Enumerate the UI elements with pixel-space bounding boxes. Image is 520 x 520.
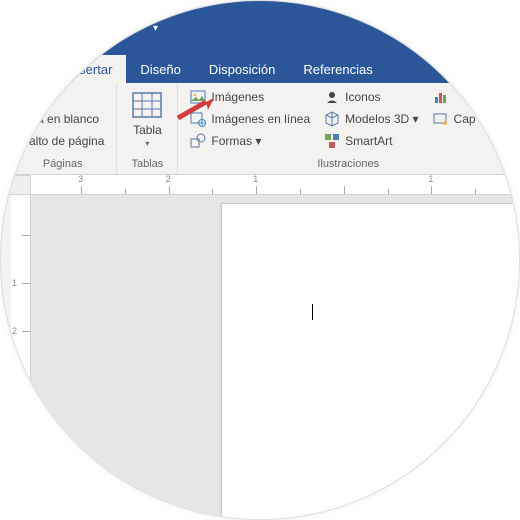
table-icon bbox=[131, 89, 163, 121]
page-break-button[interactable]: Salto de página bbox=[17, 131, 108, 151]
smartart-button[interactable]: SmartArt bbox=[320, 131, 422, 151]
chart-button[interactable] bbox=[429, 87, 480, 107]
online-images-label: Imágenes en línea bbox=[211, 112, 310, 126]
models3d-button[interactable]: Modelos 3D ▾ bbox=[320, 109, 422, 129]
qat-dropdown-icon[interactable]: ▾ bbox=[153, 23, 158, 34]
font-indicator-icon: A^ bbox=[121, 18, 139, 39]
models3d-label: Modelos 3D ▾ bbox=[345, 112, 418, 126]
group-label-tablas: Tablas bbox=[125, 156, 169, 174]
smartart-label: SmartArt bbox=[345, 134, 392, 148]
font-a: A bbox=[121, 19, 130, 35]
text-cursor bbox=[312, 304, 313, 320]
online-picture-icon bbox=[190, 111, 206, 127]
smartart-icon bbox=[324, 133, 340, 149]
group-label-ilustraciones: Ilustraciones bbox=[186, 156, 510, 174]
images-button[interactable]: Imágenes bbox=[186, 87, 314, 107]
images-label: Imágenes bbox=[211, 90, 264, 104]
picture-icon bbox=[190, 89, 206, 105]
screenshot-icon bbox=[433, 111, 449, 127]
tab-diseno[interactable]: Diseño bbox=[126, 55, 194, 83]
icons-button[interactable]: Iconos bbox=[320, 87, 422, 107]
ribbon-tabbar: cio Insertar Diseño Disposición Referenc… bbox=[1, 55, 519, 83]
screenshot-label: Cap bbox=[454, 112, 476, 126]
group-tablas: Tabla ▾ Tablas bbox=[117, 83, 178, 174]
group-paginas: da ▾ gina en blanco Salto de página Pági… bbox=[9, 83, 117, 174]
shapes-icon bbox=[190, 133, 206, 149]
ruler-corner bbox=[1, 175, 31, 195]
chart-icon bbox=[433, 89, 449, 105]
page[interactable] bbox=[221, 203, 520, 520]
blank-page-button[interactable]: gina en blanco bbox=[17, 109, 108, 129]
icons-icon bbox=[324, 89, 340, 105]
tab-insertar[interactable]: Insertar bbox=[54, 55, 126, 83]
table-label: Tabla bbox=[133, 123, 162, 137]
table-button[interactable]: Tabla ▾ bbox=[125, 87, 169, 156]
page-break-label: Salto de página bbox=[21, 134, 104, 148]
document-area[interactable] bbox=[31, 195, 519, 519]
tab-disposicion[interactable]: Disposición bbox=[195, 55, 289, 83]
table-dropdown-caret: ▾ bbox=[145, 139, 149, 148]
title-bar: A^ ▾ bbox=[1, 1, 519, 55]
group-ilustraciones: Imágenes Imágenes en línea Formas ▾ Icon… bbox=[178, 83, 519, 174]
svg-text:^: ^ bbox=[131, 19, 135, 28]
online-images-button[interactable]: Imágenes en línea bbox=[186, 109, 314, 129]
blank-page-label: gina en blanco bbox=[21, 112, 99, 126]
ribbon-insert: da ▾ gina en blanco Salto de página Pági… bbox=[1, 83, 519, 175]
ruler-horizontal[interactable] bbox=[31, 175, 519, 195]
group-label-paginas: Páginas bbox=[17, 156, 108, 174]
cover-page-label: da ▾ bbox=[21, 90, 44, 104]
icons-label: Iconos bbox=[345, 90, 380, 104]
cover-page-button[interactable]: da ▾ bbox=[17, 87, 108, 107]
tab-inicio[interactable]: cio bbox=[11, 55, 54, 83]
shapes-label: Formas ▾ bbox=[211, 134, 261, 148]
ruler-vertical[interactable] bbox=[11, 195, 31, 519]
screenshot-button[interactable]: Cap bbox=[429, 109, 480, 129]
cube3d-icon bbox=[324, 111, 340, 127]
tab-referencias[interactable]: Referencias bbox=[289, 55, 386, 83]
shapes-button[interactable]: Formas ▾ bbox=[186, 131, 314, 151]
